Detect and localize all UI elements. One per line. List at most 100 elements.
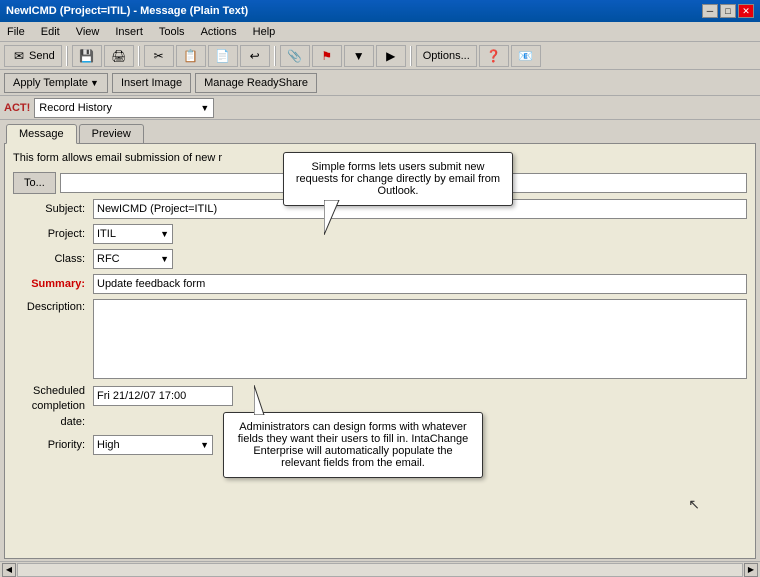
scroll-track[interactable]: [17, 563, 743, 577]
paste-button[interactable]: 📄: [208, 45, 238, 67]
down-arrow-icon: ▼: [351, 48, 367, 64]
manage-readyshare-label: Manage ReadyShare: [204, 77, 308, 89]
down-arrow-btn[interactable]: ▼: [344, 45, 374, 67]
summary-input[interactable]: [93, 274, 747, 294]
class-label: Class:: [13, 253, 93, 265]
project-value: ITIL: [97, 228, 116, 240]
summary-label: Summary:: [13, 278, 93, 290]
menu-bar: File Edit View Insert Tools Actions Help: [0, 22, 760, 42]
cut-button[interactable]: ✂: [144, 45, 174, 67]
act-dropdown[interactable]: Record History ▼: [34, 98, 214, 118]
options-button[interactable]: Options...: [416, 45, 477, 67]
attach-icon: 📎: [287, 48, 303, 64]
apply-template-label: Apply Template: [13, 77, 88, 89]
paste-icon: 📄: [215, 48, 231, 64]
description-textarea[interactable]: [93, 299, 747, 379]
email-icon: 📧: [518, 48, 534, 64]
class-value: RFC: [97, 253, 120, 265]
menu-view[interactable]: View: [73, 25, 103, 39]
app-window: NewICMD (Project=ITIL) - Message (Plain …: [0, 0, 760, 577]
help-btn[interactable]: ❓: [479, 45, 509, 67]
undo-button[interactable]: ↩: [240, 45, 270, 67]
scroll-left-button[interactable]: ◀: [2, 563, 16, 577]
menu-tools[interactable]: Tools: [156, 25, 188, 39]
tooltip-2: Administrators can design forms with wha…: [223, 412, 483, 478]
tab-bar: Message Preview: [0, 120, 760, 143]
priority-select[interactable]: High ▼: [93, 435, 213, 455]
class-arrow: ▼: [160, 254, 169, 264]
send-icon: ✉: [11, 48, 27, 64]
copy-icon: 📋: [183, 48, 199, 64]
to-button[interactable]: To...: [13, 172, 56, 194]
main-panel: This form allows email submission of new…: [4, 143, 756, 559]
act-label: ACT!: [4, 102, 30, 114]
tab-message[interactable]: Message: [6, 124, 77, 144]
description-label: Description:: [13, 299, 93, 379]
scheduled-label: Scheduled completion date:: [13, 384, 93, 430]
horizontal-scrollbar: ◀ ▶: [0, 561, 760, 577]
project-row: Project: ITIL ▼: [13, 224, 747, 244]
mouse-cursor: ↖: [688, 496, 700, 513]
tab-preview[interactable]: Preview: [79, 124, 144, 143]
apply-template-button[interactable]: Apply Template ▼: [4, 73, 108, 93]
tooltip2-tail-svg: [254, 385, 294, 415]
priority-value: High: [97, 439, 120, 451]
save-icon: 💾: [79, 48, 95, 64]
project-arrow: ▼: [160, 229, 169, 239]
main-toolbar: ✉ Send 💾 🖨 ✂ 📋 📄 ↩ 📎 ⚑ ▼ ▶ Options... ❓ …: [0, 42, 760, 70]
toolbar-sep-4: [410, 46, 412, 66]
tab-preview-label: Preview: [92, 128, 131, 140]
scroll-right-button[interactable]: ▶: [744, 563, 758, 577]
forward-icon: ▶: [383, 48, 399, 64]
tab-message-label: Message: [19, 128, 64, 140]
help-icon: ❓: [486, 48, 502, 64]
maximize-button[interactable]: □: [720, 4, 736, 18]
save-button[interactable]: 💾: [72, 45, 102, 67]
class-row: Class: RFC ▼: [13, 249, 747, 269]
undo-icon: ↩: [247, 48, 263, 64]
priority-arrow: ▼: [200, 440, 209, 450]
secondary-toolbar: Apply Template ▼ Insert Image Manage Rea…: [0, 70, 760, 96]
title-bar: NewICMD (Project=ITIL) - Message (Plain …: [0, 0, 760, 22]
print-icon: 🖨: [111, 48, 127, 64]
print-button[interactable]: 🖨: [104, 45, 134, 67]
project-select[interactable]: ITIL ▼: [93, 224, 173, 244]
close-button[interactable]: ✕: [738, 4, 754, 18]
toolbar-sep-1: [66, 46, 68, 66]
toolbar-sep-2: [138, 46, 140, 66]
minimize-button[interactable]: ─: [702, 4, 718, 18]
tooltip-2-text: Administrators can design forms with wha…: [238, 421, 469, 469]
insert-image-button[interactable]: Insert Image: [112, 73, 191, 93]
scheduled-input[interactable]: [93, 386, 233, 406]
menu-insert[interactable]: Insert: [112, 25, 146, 39]
project-label: Project:: [13, 228, 93, 240]
subject-label: Subject:: [13, 203, 93, 215]
insert-image-label: Insert Image: [121, 77, 182, 89]
cut-icon: ✂: [151, 48, 167, 64]
content-area: This form allows email submission of new…: [0, 143, 760, 577]
class-select[interactable]: RFC ▼: [93, 249, 173, 269]
send-button[interactable]: ✉ Send: [4, 45, 62, 67]
act-dropdown-value: Record History: [39, 102, 112, 114]
menu-edit[interactable]: Edit: [38, 25, 63, 39]
forward-btn[interactable]: ▶: [376, 45, 406, 67]
send-label: Send: [29, 50, 55, 62]
tooltip1-tail-svg: [324, 200, 364, 235]
summary-row: Summary:: [13, 274, 747, 294]
apply-template-arrow: ▼: [90, 78, 99, 88]
toolbar-sep-3: [274, 46, 276, 66]
copy-button[interactable]: 📋: [176, 45, 206, 67]
options-label: Options...: [423, 50, 470, 62]
email-btn[interactable]: 📧: [511, 45, 541, 67]
window-title: NewICMD (Project=ITIL) - Message (Plain …: [6, 5, 248, 17]
menu-file[interactable]: File: [4, 25, 28, 39]
tooltip-1: Simple forms lets users submit new reque…: [283, 152, 513, 206]
flag-button[interactable]: ⚑: [312, 45, 342, 67]
menu-actions[interactable]: Actions: [198, 25, 240, 39]
flag-icon: ⚑: [319, 48, 335, 64]
manage-readyshare-button[interactable]: Manage ReadyShare: [195, 73, 317, 93]
attach-button[interactable]: 📎: [280, 45, 310, 67]
menu-help[interactable]: Help: [250, 25, 279, 39]
title-bar-buttons: ─ □ ✕: [702, 4, 754, 18]
act-dropdown-arrow: ▼: [200, 103, 209, 113]
